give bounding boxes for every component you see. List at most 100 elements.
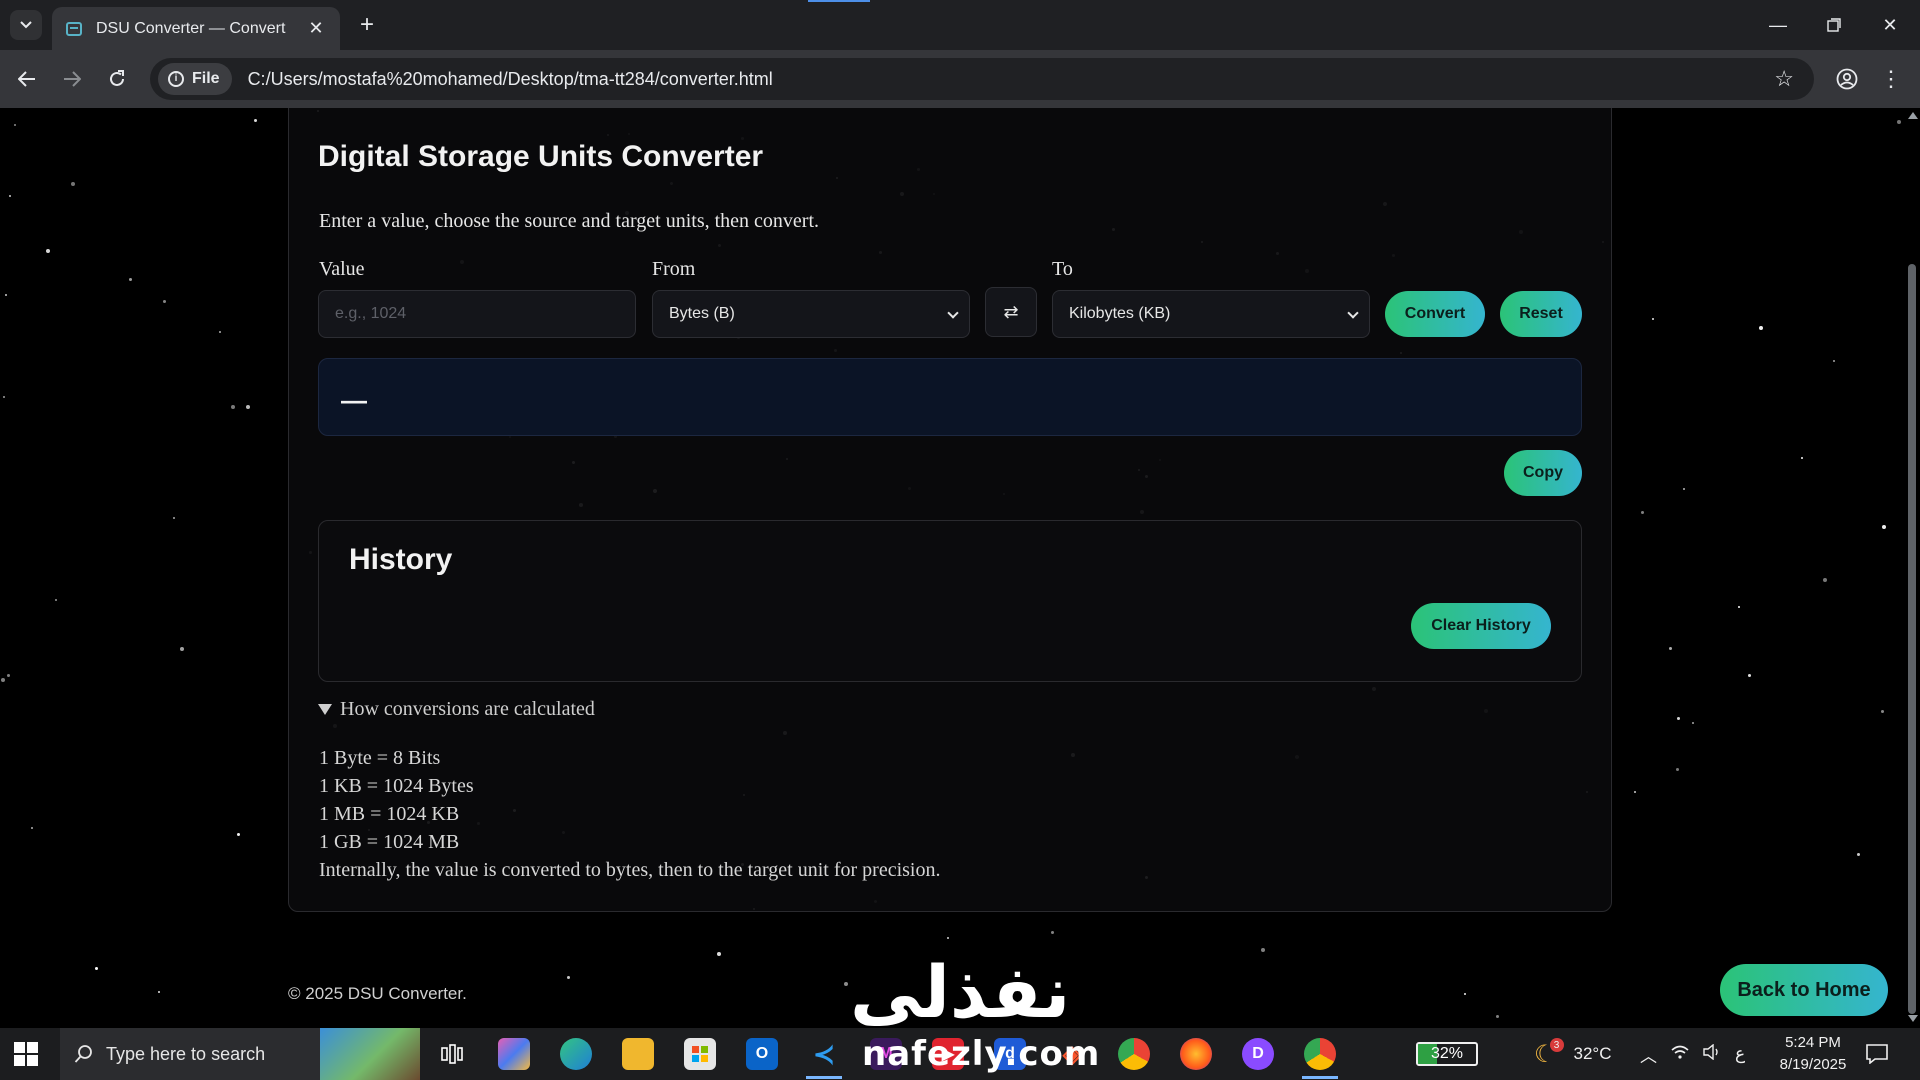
from-label: From <box>652 258 696 280</box>
new-tab-button[interactable]: + <box>352 10 382 40</box>
star-dot <box>71 182 75 186</box>
star-dot <box>173 517 175 519</box>
value-input-placeholder: e.g., 1024 <box>335 305 407 322</box>
chrome-active-icon[interactable] <box>1304 1038 1336 1070</box>
star-dot <box>129 278 132 281</box>
clock-date: 8/19/2025 <box>1779 1056 1847 1073</box>
temperature: 32°C <box>1573 1044 1612 1063</box>
star-dot <box>158 991 160 993</box>
file-explorer-icon[interactable] <box>622 1038 654 1070</box>
star-dot <box>1669 647 1672 650</box>
kebab-menu-icon[interactable]: ⋮ <box>1876 62 1906 96</box>
star-dot <box>46 249 50 253</box>
bookmark-star-icon[interactable]: ☆ <box>1774 66 1794 92</box>
microsoft-store-icon[interactable] <box>684 1038 716 1070</box>
profile-icon[interactable] <box>1830 62 1864 96</box>
to-unit-select[interactable]: Kilobytes (KB) <box>1052 290 1370 338</box>
clear-history-button[interactable]: Clear History <box>1411 603 1551 649</box>
star-dot <box>1677 717 1680 720</box>
star-dot <box>1676 768 1679 771</box>
details-line: 1 KB = 1024 Bytes <box>319 775 474 797</box>
watermark-logo-arabic: نفذلي <box>850 950 1071 1028</box>
file-chip-label: File <box>192 70 220 87</box>
star-dot <box>1 678 5 682</box>
page-viewport: Digital Storage Units Converter Enter a … <box>0 108 1904 1028</box>
browser-tab-active[interactable]: DSU Converter — Convert ✕ <box>52 7 340 50</box>
taskbar-clock[interactable]: 5:24 PM 8/19/2025 <box>1770 1032 1856 1076</box>
star-dot <box>1496 1015 1499 1018</box>
vscode-icon[interactable]: ≺ <box>808 1038 840 1070</box>
details-summary[interactable]: How conversions are calculated <box>318 698 595 721</box>
scroll-thumb[interactable] <box>1908 264 1916 1014</box>
convert-button[interactable]: Convert <box>1385 291 1485 337</box>
page-title: Digital Storage Units Converter <box>318 140 764 173</box>
taskbar-search[interactable]: Type here to search <box>60 1028 420 1080</box>
swap-arrows-icon: ⇄ <box>1003 301 1019 322</box>
scroll-down-arrow-icon[interactable] <box>1908 1015 1918 1022</box>
outlook-icon[interactable]: O <box>746 1038 778 1070</box>
info-icon: i <box>168 71 184 87</box>
from-unit-select[interactable]: Bytes (B) <box>652 290 970 338</box>
reset-button[interactable]: Reset <box>1500 291 1582 337</box>
copy-button[interactable]: Copy <box>1504 450 1582 496</box>
close-window-icon[interactable]: ✕ <box>1862 8 1918 42</box>
back-arrow-icon[interactable] <box>10 62 44 96</box>
star-dot <box>1833 360 1835 362</box>
details-line: Internally, the value is converted to by… <box>319 859 941 881</box>
star-dot <box>55 599 57 601</box>
details-line: 1 GB = 1024 MB <box>319 831 460 853</box>
site-info-chip[interactable]: i File <box>158 63 232 95</box>
star-dot <box>1857 853 1860 856</box>
star-dot <box>1051 931 1054 934</box>
notification-icon[interactable] <box>1866 1028 1888 1080</box>
task-view-icon[interactable] <box>436 1038 468 1070</box>
battery-percent: 32% <box>1430 1045 1464 1062</box>
minimize-icon[interactable]: — <box>1750 8 1806 42</box>
restore-icon[interactable] <box>1806 8 1862 42</box>
forward-arrow-icon[interactable] <box>55 62 89 96</box>
watermark-logo-latin: nafezly.com <box>862 1034 1101 1074</box>
url-text[interactable]: C:/Users/mostafa%20mohamed/Desktop/tma-t… <box>248 69 773 90</box>
star-dot <box>219 331 221 333</box>
firefox-icon[interactable] <box>1180 1038 1212 1070</box>
close-tab-icon[interactable]: ✕ <box>306 18 326 39</box>
star-dot <box>5 294 7 296</box>
star-dot <box>3 396 5 398</box>
page-scrollbar[interactable] <box>1904 108 1920 1028</box>
weather-widget[interactable]: ☾ 3 32°C <box>1534 1028 1612 1080</box>
chevron-up-icon[interactable]: ︿ <box>1640 1042 1657 1067</box>
star-dot <box>567 976 570 979</box>
address-bar[interactable]: i File C:/Users/mostafa%20mohamed/Deskto… <box>150 58 1814 100</box>
details-summary-text: How conversions are calculated <box>340 698 595 720</box>
copilot-icon[interactable] <box>498 1038 530 1070</box>
star-dot <box>1759 326 1763 330</box>
star-dot <box>1897 120 1901 124</box>
chevron-down-icon <box>947 307 959 319</box>
swap-units-button[interactable]: ⇄ <box>985 287 1037 337</box>
reload-icon[interactable] <box>100 62 134 96</box>
details-line: 1 Byte = 8 Bits <box>319 747 441 769</box>
app-icon-violet[interactable]: D <box>1242 1038 1274 1070</box>
tab-list-button[interactable] <box>10 10 42 40</box>
result-box: — <box>318 358 1582 436</box>
windows-start-icon[interactable] <box>14 1042 38 1066</box>
input-language[interactable]: ع <box>1735 1044 1745 1064</box>
to-label: To <box>1052 258 1073 280</box>
edge-browser-icon[interactable] <box>560 1038 592 1070</box>
speaker-icon[interactable] <box>1703 1043 1721 1065</box>
disclosure-triangle-icon <box>318 704 332 715</box>
star-dot <box>7 674 10 677</box>
to-unit-selected: Kilobytes (KB) <box>1069 305 1171 322</box>
star-dot <box>14 124 16 126</box>
battery-indicator[interactable]: 32% <box>1416 1042 1478 1066</box>
back-to-home-button[interactable]: Back to Home <box>1720 964 1888 1016</box>
wifi-icon[interactable] <box>1671 1044 1689 1065</box>
chrome-icon[interactable] <box>1118 1038 1150 1070</box>
search-icon <box>74 1045 92 1063</box>
star-dot <box>1882 525 1886 529</box>
weather-badge: 3 <box>1549 1038 1564 1052</box>
star-dot <box>844 982 848 986</box>
scroll-up-arrow-icon[interactable] <box>1908 112 1918 119</box>
clock-time: 5:24 PM <box>1785 1034 1841 1051</box>
value-input[interactable]: e.g., 1024 <box>318 290 636 338</box>
